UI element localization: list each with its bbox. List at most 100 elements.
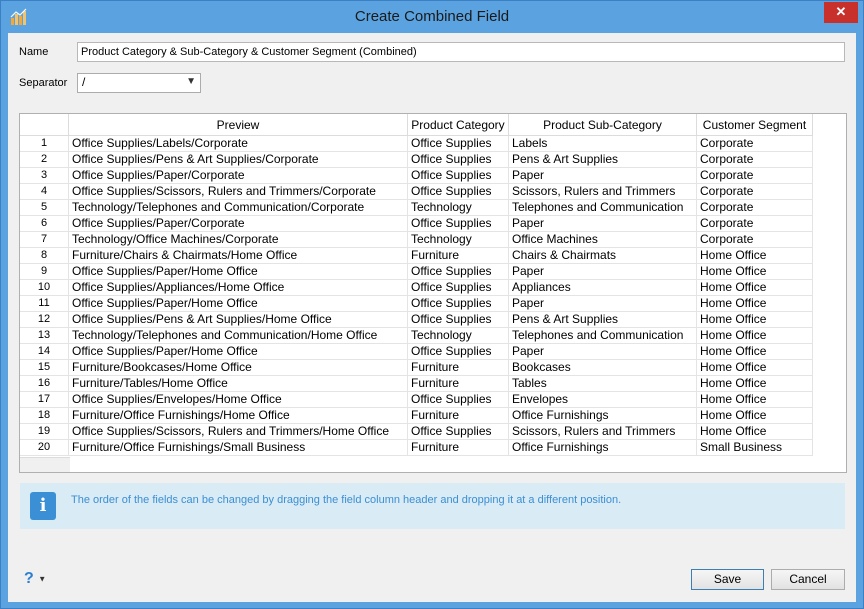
cell-preview: Office Supplies/Paper/Home Office xyxy=(68,263,408,280)
dialog-body: Name Separator / ▼ Preview Product Categ… xyxy=(8,33,856,602)
cell-product-sub-category: Office Furnishings xyxy=(508,439,697,456)
row-number: 2 xyxy=(20,151,69,168)
cell-product-category: Technology xyxy=(407,327,509,344)
cell-product-sub-category: Paper xyxy=(508,263,697,280)
cell-product-sub-category: Chairs & Chairmats xyxy=(508,247,697,264)
column-header-customer-segment[interactable]: Customer Segment xyxy=(696,114,813,136)
row-number: 4 xyxy=(20,183,69,200)
cell-preview: Office Supplies/Paper/Corporate xyxy=(68,167,408,184)
preview-grid[interactable]: Preview Product Category Product Sub-Cat… xyxy=(19,113,847,473)
cell-customer-segment: Corporate xyxy=(696,231,813,248)
row-number: 10 xyxy=(20,279,69,296)
row-number: 5 xyxy=(20,199,69,216)
cell-customer-segment: Home Office xyxy=(696,247,813,264)
row-number: 7 xyxy=(20,231,69,248)
table-row[interactable]: 14 Office Supplies/Paper/Home Office Offic… xyxy=(20,343,813,360)
cell-product-category: Office Supplies xyxy=(407,423,509,440)
column-header-preview[interactable]: Preview xyxy=(68,114,408,136)
separator-dropdown[interactable]: / ▼ xyxy=(77,73,201,93)
row-number: 12 xyxy=(20,311,69,328)
table-row[interactable]: 5 Technology/Telephones and Communication… xyxy=(20,199,813,216)
name-input[interactable] xyxy=(77,42,845,62)
cell-customer-segment: Home Office xyxy=(696,311,813,328)
row-number: 18 xyxy=(20,407,69,424)
cell-preview: Office Supplies/Labels/Corporate xyxy=(68,135,408,152)
table-row[interactable]: 2 Office Supplies/Pens & Art Supplies/Cor… xyxy=(20,151,813,168)
cell-customer-segment: Home Office xyxy=(696,327,813,344)
window-title: Create Combined Field xyxy=(354,8,510,25)
cell-preview: Furniture/Bookcases/Home Office xyxy=(68,359,408,376)
table-row[interactable]: 19 Office Supplies/Scissors, Rulers and T… xyxy=(20,423,813,440)
table-row[interactable]: 10 Office Supplies/Appliances/Home Office… xyxy=(20,279,813,296)
cell-customer-segment: Home Office xyxy=(696,343,813,360)
row-number: 20 xyxy=(20,439,69,456)
table-row[interactable]: 8 Furniture/Chairs & Chairmats/Home Offic… xyxy=(20,247,813,264)
cell-preview: Office Supplies/Scissors, Rulers and Tri… xyxy=(68,183,408,200)
chevron-down-icon[interactable]: ▼ xyxy=(186,76,196,87)
cell-product-category: Office Supplies xyxy=(407,263,509,280)
table-row[interactable]: 4 Office Supplies/Scissors, Rulers and Tr… xyxy=(20,183,813,200)
cell-product-category: Technology xyxy=(407,199,509,216)
row-number: 15 xyxy=(20,359,69,376)
cell-product-category: Furniture xyxy=(407,407,509,424)
table-row[interactable]: 3 Office Supplies/Paper/Corporate Office S… xyxy=(20,167,813,184)
cell-product-category: Technology xyxy=(407,231,509,248)
cell-product-sub-category: Telephones and Communication xyxy=(508,327,697,344)
cell-product-category: Furniture xyxy=(407,359,509,376)
info-text: The order of the fields can be changed b… xyxy=(71,494,622,506)
cell-customer-segment: Home Office xyxy=(696,375,813,392)
info-panel: i The order of the fields can be changed… xyxy=(20,483,845,529)
row-number-header xyxy=(20,114,69,136)
cell-product-sub-category: Bookcases xyxy=(508,359,697,376)
preview-table: Preview Product Category Product Sub-Cat… xyxy=(20,114,813,456)
cell-product-sub-category: Labels xyxy=(508,135,697,152)
save-button[interactable]: Save xyxy=(691,569,764,590)
cell-customer-segment: Corporate xyxy=(696,135,813,152)
cell-product-category: Office Supplies xyxy=(407,215,509,232)
cell-product-sub-category: Office Machines xyxy=(508,231,697,248)
table-row[interactable]: 6 Office Supplies/Paper/Corporate Office S… xyxy=(20,215,813,232)
cell-customer-segment: Corporate xyxy=(696,167,813,184)
cell-product-sub-category: Telephones and Communication xyxy=(508,199,697,216)
column-header-product-sub-category[interactable]: Product Sub-Category xyxy=(508,114,697,136)
help-button[interactable]: ? ▼ xyxy=(24,570,46,588)
help-question-icon: ? xyxy=(24,570,34,587)
cell-product-sub-category: Scissors, Rulers and Trimmers xyxy=(508,183,697,200)
row-number: 17 xyxy=(20,391,69,408)
cell-preview: Technology/Telephones and Communication/… xyxy=(68,199,408,216)
table-row[interactable]: 15 Furniture/Bookcases/Home Office Furnitu… xyxy=(20,359,813,376)
cell-preview: Furniture/Office Furnishings/Small Busin… xyxy=(68,439,408,456)
cell-customer-segment: Corporate xyxy=(696,215,813,232)
cancel-button[interactable]: Cancel xyxy=(771,569,845,590)
table-row[interactable]: 20 Furniture/Office Furnishings/Small Bus… xyxy=(20,439,813,456)
table-row[interactable]: 1 Office Supplies/Labels/Corporate Office … xyxy=(20,135,813,152)
table-row[interactable]: 11 Office Supplies/Paper/Home Office Offic… xyxy=(20,295,813,312)
table-row[interactable]: 16 Furniture/Tables/Home Office Furniture T… xyxy=(20,375,813,392)
table-row[interactable]: 17 Office Supplies/Envelopes/Home Office O… xyxy=(20,391,813,408)
cell-product-sub-category: Office Furnishings xyxy=(508,407,697,424)
cell-product-category: Furniture xyxy=(407,247,509,264)
table-row[interactable]: 9 Office Supplies/Paper/Home Office Office… xyxy=(20,263,813,280)
cell-product-category: Office Supplies xyxy=(407,151,509,168)
row-number: 3 xyxy=(20,167,69,184)
horizontal-scrollbar[interactable] xyxy=(20,457,70,472)
row-number: 16 xyxy=(20,375,69,392)
cell-product-sub-category: Paper xyxy=(508,295,697,312)
cell-product-sub-category: Pens & Art Supplies xyxy=(508,311,697,328)
table-row[interactable]: 12 Office Supplies/Pens & Art Supplies/Ho… xyxy=(20,311,813,328)
cell-customer-segment: Home Office xyxy=(696,359,813,376)
table-row[interactable]: 18 Furniture/Office Furnishings/Home Offi… xyxy=(20,407,813,424)
close-button[interactable]: ✕ xyxy=(824,2,858,23)
title-bar[interactable]: Create Combined Field ✕ xyxy=(1,1,863,33)
column-header-product-category[interactable]: Product Category xyxy=(407,114,509,136)
cell-preview: Office Supplies/Scissors, Rulers and Tri… xyxy=(68,423,408,440)
cell-preview: Technology/Office Machines/Corporate xyxy=(68,231,408,248)
cell-customer-segment: Home Office xyxy=(696,279,813,296)
table-row[interactable]: 7 Technology/Office Machines/Corporate Tec… xyxy=(20,231,813,248)
table-row[interactable]: 13 Technology/Telephones and Communicatio… xyxy=(20,327,813,344)
row-number: 11 xyxy=(20,295,69,312)
cell-customer-segment: Home Office xyxy=(696,295,813,312)
cell-product-category: Office Supplies xyxy=(407,167,509,184)
cell-product-category: Office Supplies xyxy=(407,279,509,296)
cell-product-category: Office Supplies xyxy=(407,183,509,200)
